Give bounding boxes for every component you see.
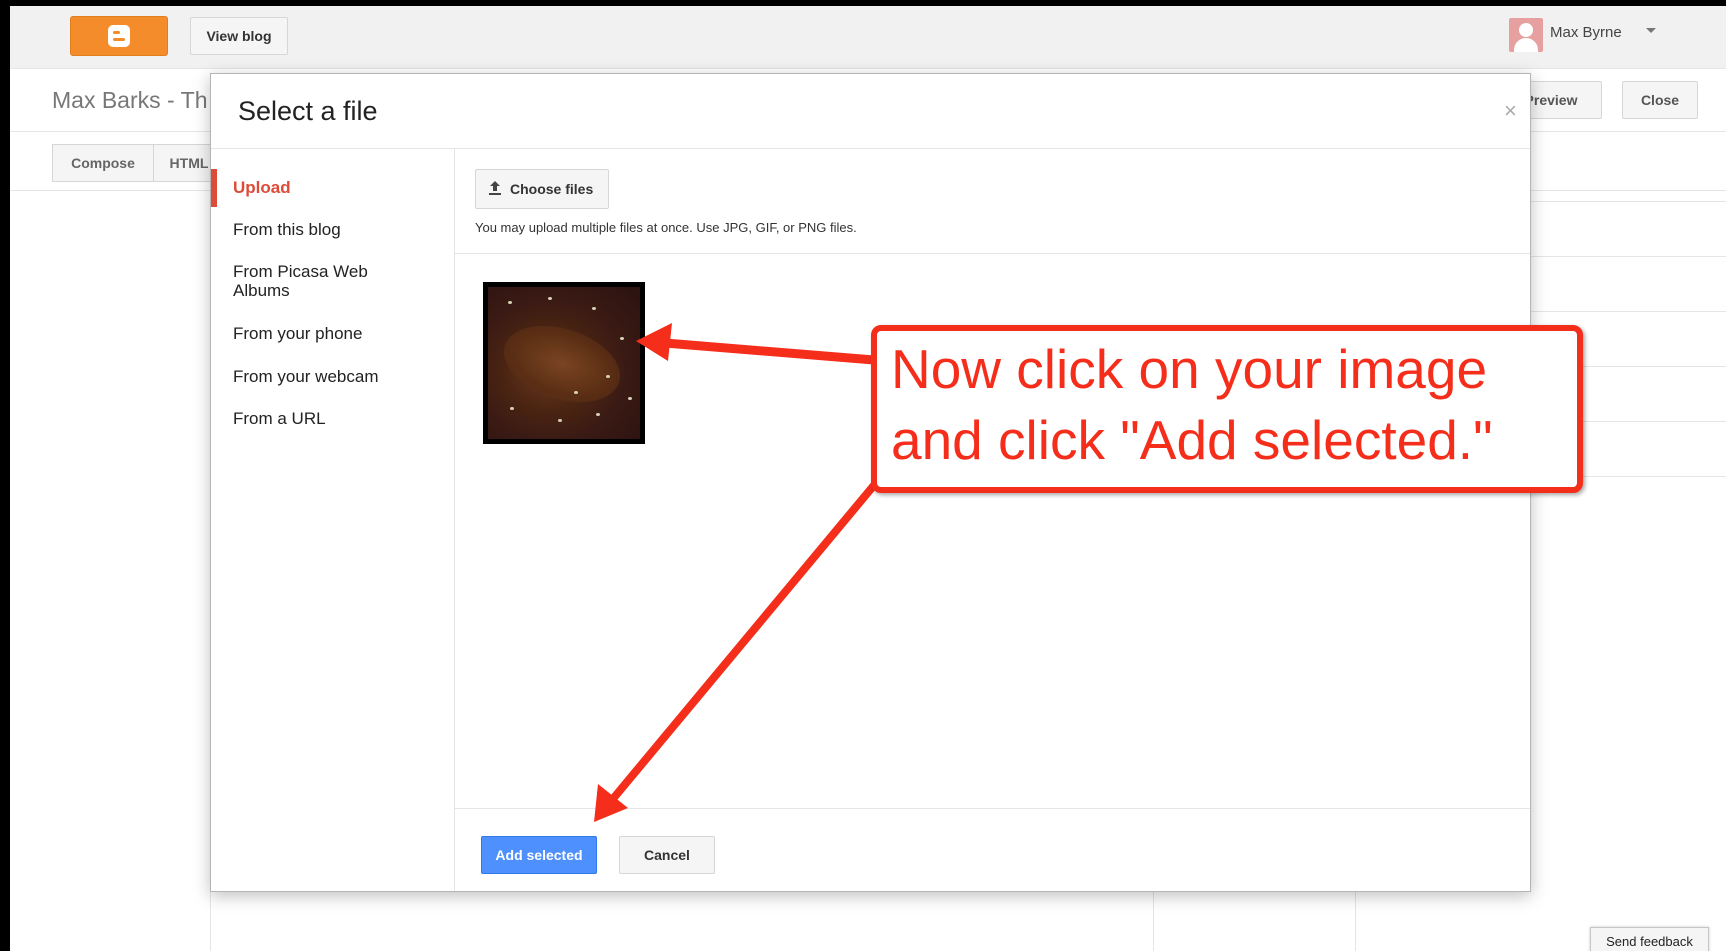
arrow-icon	[594, 474, 884, 822]
annotation-callout: Now click on your image and click "Add s…	[871, 325, 1583, 493]
callout-line-1: Now click on your image	[891, 338, 1488, 400]
callout-line-2: and click "Add selected."	[891, 409, 1493, 471]
arrow-icon	[636, 323, 879, 365]
